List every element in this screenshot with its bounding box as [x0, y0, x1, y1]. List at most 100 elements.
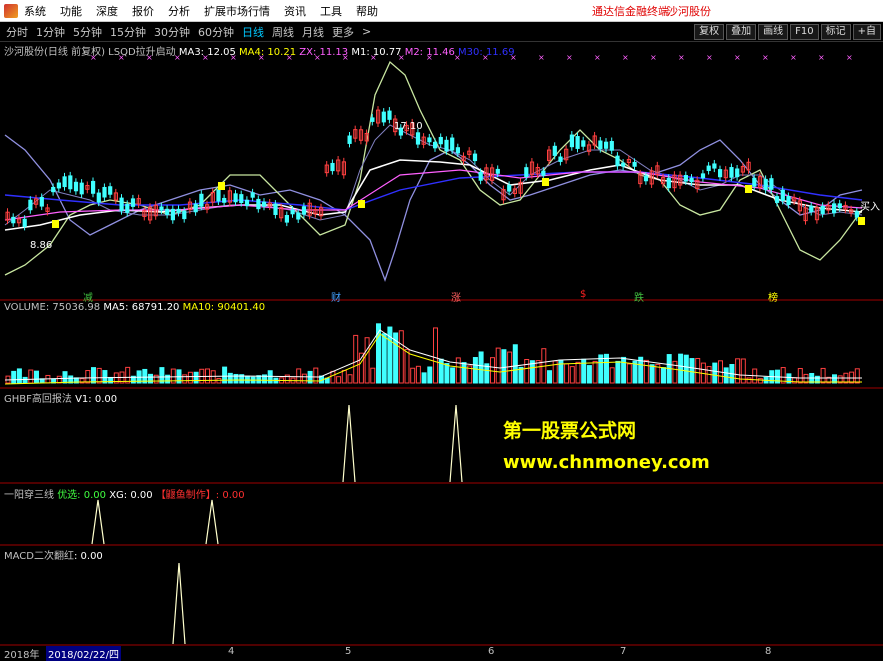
- x-marker: ×: [342, 53, 349, 62]
- candle-body: [763, 178, 768, 191]
- volume-bar: [643, 359, 649, 384]
- volume-bar: [444, 363, 450, 384]
- bollinger-band-line: [4, 134, 863, 282]
- yiyang-signal-spike: [91, 499, 105, 545]
- x-marker: ×: [594, 53, 601, 62]
- signal-box: [745, 185, 752, 193]
- x-marker: ×: [734, 53, 741, 62]
- panel2-info: 一阳穿三线 优选: 0.00 XG: 0.00 【鼴鱼制作】: 0.00: [4, 486, 245, 501]
- candle-body: [233, 193, 238, 203]
- candle-body: [820, 205, 825, 214]
- volume-bar: [797, 368, 803, 384]
- month-tick-8: 8: [765, 646, 772, 657]
- volume-bar: [757, 378, 763, 384]
- volume-bar: [11, 370, 17, 384]
- volume-bar: [427, 366, 433, 384]
- volume-bar: [28, 369, 34, 384]
- x-marker: ×: [398, 53, 405, 62]
- indicator-panels: [0, 299, 883, 646]
- candle-body: [108, 186, 113, 195]
- volume-bar: [125, 366, 131, 384]
- candle-body: [170, 208, 176, 221]
- candle-body: [689, 177, 694, 183]
- volume-bar: [330, 370, 336, 384]
- candle-body: [216, 189, 221, 202]
- marker-dollar: $: [580, 289, 587, 300]
- volume-bar: [661, 367, 666, 384]
- month-tick-6: 6: [488, 646, 495, 657]
- volume-bar: [689, 358, 695, 384]
- candle-body: [604, 141, 609, 149]
- volume-bar: [148, 373, 153, 384]
- panel1-info: GHBF高回报法 V1: 0.00: [4, 390, 117, 405]
- candle-body: [438, 136, 443, 145]
- x-marker: ×: [650, 53, 657, 62]
- volume-bar: [108, 376, 114, 384]
- volume-bar: [256, 375, 262, 384]
- panel2-author: 【鼴鱼制作】: 0.00: [155, 490, 245, 501]
- volume-bar: [501, 349, 507, 384]
- volume-bar: [712, 362, 718, 384]
- volume-bar: [512, 344, 518, 384]
- candle-body: [433, 141, 438, 149]
- candle-body: [73, 181, 79, 192]
- candle-body: [182, 210, 187, 220]
- candle-body: [381, 111, 386, 123]
- volume-bar: [410, 367, 416, 384]
- x-marker: ×: [678, 53, 685, 62]
- volume-bar: [672, 360, 678, 384]
- volume-ma5: MA5: 68791.20: [103, 302, 180, 313]
- candle-body: [643, 175, 649, 182]
- x-marker: ×: [258, 53, 265, 62]
- volume-bar: [820, 367, 826, 384]
- volume-bar: [678, 353, 684, 384]
- volume-bar: [16, 368, 22, 384]
- volume-bar: [575, 361, 581, 384]
- candle-body: [478, 171, 483, 181]
- panel2-yx: 优选: 0.00: [57, 490, 107, 501]
- candle-body: [495, 168, 500, 174]
- candle-body: [262, 201, 267, 207]
- low-price-label: 8.86: [30, 240, 53, 251]
- volume-bar: [746, 377, 752, 384]
- volume-bar: [621, 356, 627, 384]
- signal-box: [358, 200, 365, 208]
- x-marker: ×: [706, 53, 713, 62]
- stock-chart[interactable]: × × × × × × × × × × × × × × × × × × × × × × × × × × × ×: [0, 0, 883, 646]
- candle-body: [370, 117, 375, 122]
- candle-body: [786, 196, 791, 205]
- candle-body: [301, 206, 307, 215]
- x-marker: ×: [762, 53, 769, 62]
- signal-box: [218, 182, 225, 190]
- volume-bar: [735, 358, 741, 384]
- panel1-title: GHBF高回报法: [4, 394, 72, 405]
- marker-finance: 财: [331, 293, 341, 304]
- candle-body: [296, 212, 301, 220]
- candle-body: [250, 192, 255, 198]
- candle-body: [62, 176, 67, 188]
- volume-bar: [461, 362, 467, 384]
- candle-body: [427, 137, 432, 143]
- watermark-url: www.chnmoney.com: [503, 452, 710, 473]
- candle-body: [387, 110, 392, 120]
- candle-body: [752, 177, 757, 187]
- volume-bar: [193, 371, 199, 384]
- volume-bar: [569, 366, 575, 384]
- candle-body: [347, 135, 352, 144]
- x-marker: ×: [510, 53, 517, 62]
- volume-bar: [490, 357, 495, 384]
- volume-panel: [4, 323, 862, 385]
- candle-body: [700, 173, 706, 179]
- candle-body: [524, 167, 529, 178]
- volume-bar: [415, 365, 421, 384]
- volume-bar: [347, 374, 353, 384]
- x-marker: ×: [90, 53, 97, 62]
- volume-bar: [56, 375, 62, 384]
- buy-signal-label: 买入: [860, 202, 880, 213]
- candle-body: [119, 197, 124, 212]
- candle-body: [330, 162, 335, 172]
- candle-body: [569, 134, 574, 148]
- marker-list: 榜: [768, 293, 778, 304]
- volume-bar: [586, 365, 592, 384]
- candle-body: [284, 215, 289, 223]
